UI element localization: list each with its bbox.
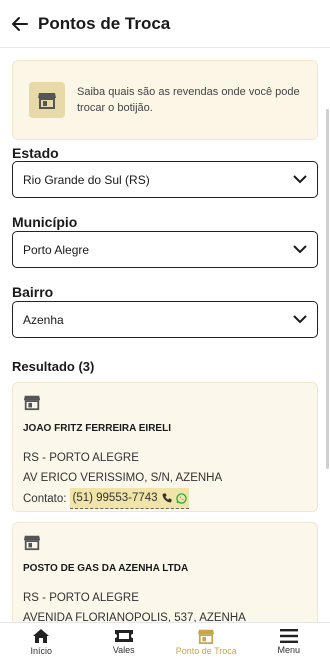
city-value: Porto Alegre [23,242,90,257]
app-bar: Pontos de Troca [0,0,330,48]
result-card[interactable]: POSTO DE GAS DA AZENHA LTDA RS - PORTO A… [12,522,318,622]
nav-label: Início [30,645,52,656]
city-label: Município [12,214,78,230]
phone-icon [162,493,172,503]
results-count: Resultado (3) [12,359,95,374]
nav-label: Vales [112,644,135,655]
district-value: Azenha [23,312,64,327]
bottom-nav: Início Vales Ponto de Troca Menu [0,622,330,660]
back-arrow-icon[interactable] [10,14,30,34]
result-card[interactable]: JOAO FRITZ FERREIRA EIRELI RS - PORTO AL… [12,382,318,512]
chevron-down-icon [293,245,307,254]
contact-label: Contato: [23,492,67,505]
info-text: Saiba quais são as revendas onde você po… [77,86,300,114]
nav-label: Menu [277,644,300,655]
district-select[interactable]: Azenha [12,301,318,338]
chevron-down-icon [293,315,307,324]
city-select[interactable]: Porto Alegre [12,231,318,268]
phone-number: (51) 99553-7743 [72,492,158,504]
store-address: AV ERICO VERISSIMO, S/N, AZENHA [23,472,223,484]
store-icon [29,82,65,118]
contact-row: Contato: (51) 99553-7743 [23,488,307,509]
state-value: Rio Grande do Sul (RS) [23,172,150,187]
page-title: Pontos de Troca [38,13,171,33]
nav-item-home[interactable]: Início [0,623,83,660]
nav-label: Ponto de Troca [175,645,237,656]
state-label: Estado [12,145,59,161]
ticket-icon [114,629,133,642]
district-label: Bairro [12,284,54,300]
store-name: POSTO DE GAS DA AZENHA LTDA [23,563,189,574]
chevron-down-icon [293,175,307,184]
state-select[interactable]: Rio Grande do Sul (RS) [12,161,318,198]
home-icon [33,628,50,643]
nav-item-vouchers[interactable]: Vales [83,623,166,660]
scrollbar[interactable] [326,109,329,469]
store-address: AVENIDA FLORIANOPOLIS, 537, AZENHA [23,612,246,622]
store-icon [23,535,41,551]
nav-item-menu[interactable]: Menu [248,623,330,660]
store-icon [23,395,41,411]
phone-link[interactable]: (51) 99553-7743 [70,488,189,509]
store-icon [198,629,215,644]
nav-item-exchange-points[interactable]: Ponto de Troca [165,623,248,660]
store-location: RS - PORTO ALEGRE [23,592,139,604]
whatsapp-icon[interactable] [175,492,187,504]
info-banner: Saiba quais são as revendas onde você po… [12,60,318,140]
store-location: RS - PORTO ALEGRE [23,452,139,464]
store-name: JOAO FRITZ FERREIRA EIRELI [23,423,171,434]
content-area[interactable]: Saiba quais são as revendas onde você po… [0,49,330,622]
menu-icon [279,628,298,643]
